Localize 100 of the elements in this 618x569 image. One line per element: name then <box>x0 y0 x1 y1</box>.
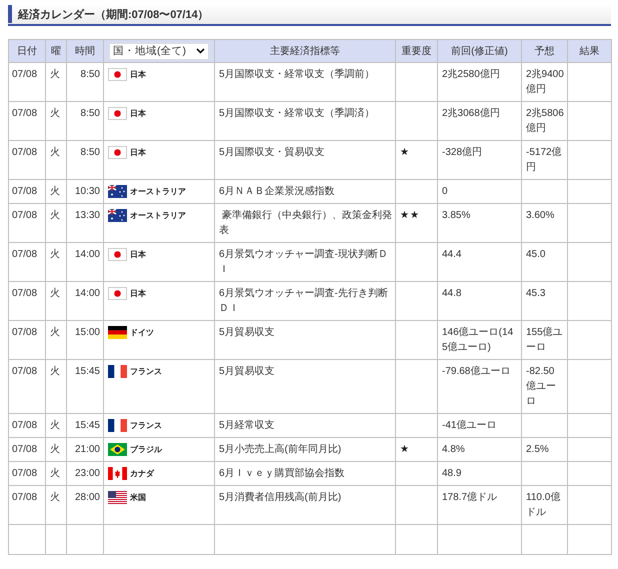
forecast-cell: 155億ユーロ <box>522 320 568 360</box>
indicator-cell: 5月国際収支・経常収支（季調前） <box>214 62 396 102</box>
japan-flag-icon <box>108 287 127 300</box>
indicator-cell: 6月Ｉｖｅｙ購買部協会指数 <box>214 462 396 486</box>
time-cell: 15:00 <box>66 320 104 360</box>
weekday-cell: 火 <box>46 360 66 414</box>
country-name: ドイツ <box>130 327 154 339</box>
weekday-cell: 火 <box>46 320 66 360</box>
forecast-cell: 2兆9400億円 <box>522 62 568 102</box>
country-name: 日本 <box>130 69 146 81</box>
indicator-cell: 6月景気ウオッチャー調査-先行き判断ＤＩ <box>214 282 396 320</box>
previous-cell: -79.68億ユーロ <box>438 360 522 414</box>
date-cell: 07/08 <box>8 486 46 524</box>
forecast-cell: 2.5% <box>522 438 568 462</box>
forecast-cell: 45.3 <box>522 282 568 320</box>
time-cell: 13:30 <box>66 204 104 242</box>
time-cell: 14:00 <box>66 282 104 320</box>
previous-cell: 4.8% <box>438 438 522 462</box>
japan-flag-icon <box>108 146 127 159</box>
indicator-cell: 5月小売売上高(前年同月比) <box>214 438 396 462</box>
column-header: 重要度 <box>396 40 438 62</box>
weekday-cell: 火 <box>46 204 66 242</box>
column-header: 前回(修正値) <box>438 40 522 62</box>
indicator-cell: 5月消費者信用残高(前月比) <box>214 486 396 524</box>
weekday-cell: 火 <box>46 180 66 204</box>
column-header: 予想 <box>522 40 568 62</box>
weekday-cell: 火 <box>46 62 66 102</box>
previous-cell: 44.8 <box>438 282 522 320</box>
time-cell: 10:30 <box>66 180 104 204</box>
time-cell: 8:50 <box>66 102 104 140</box>
previous-cell: 3.85% <box>438 204 522 242</box>
country-name: 日本 <box>130 249 146 261</box>
australia-flag-icon <box>108 185 127 198</box>
country-name: 日本 <box>130 108 146 120</box>
column-header: 結果 <box>568 40 612 62</box>
time-cell: 28:00 <box>66 486 104 524</box>
weekday-cell: 火 <box>46 140 66 180</box>
weekday-cell: 火 <box>46 438 66 462</box>
indicator-cell: 5月貿易収支 <box>214 360 396 414</box>
forecast-cell: -5172億円 <box>522 140 568 180</box>
weekday-cell: 火 <box>46 414 66 438</box>
chevron-down-icon <box>196 48 205 54</box>
page-title: 経済カレンダー（期間:07/08〜07/14） <box>18 8 209 22</box>
indicator-cell: 5月貿易収支 <box>214 320 396 360</box>
time-cell: 8:50 <box>66 140 104 180</box>
country-select[interactable]: 国・地域(全て) <box>109 42 209 60</box>
time-cell: 21:00 <box>66 438 104 462</box>
forecast-cell: -82.50億ユーロ <box>522 360 568 414</box>
date-cell: 07/08 <box>8 360 46 414</box>
country-name: オーストラリア <box>130 186 186 198</box>
canada-flag-icon <box>108 467 127 480</box>
column-header: 曜 <box>46 40 66 62</box>
indicator-cell: 6月景気ウオッチャー調査-現状判断ＤＩ <box>214 242 396 282</box>
date-cell: 07/08 <box>8 282 46 320</box>
previous-cell: 2兆3068億円 <box>438 102 522 140</box>
date-cell: 07/08 <box>8 140 46 180</box>
time-cell: 8:50 <box>66 62 104 102</box>
importance-rating: ★★ <box>400 210 420 221</box>
date-cell: 07/08 <box>8 242 46 282</box>
previous-cell: 44.4 <box>438 242 522 282</box>
indicator-cell: 5月国際収支・経常収支（季調済） <box>214 102 396 140</box>
country-name: オーストラリア <box>130 210 186 222</box>
date-cell: 07/08 <box>8 414 46 438</box>
country-name: ブラジル <box>130 444 162 456</box>
country-name: フランス <box>130 420 162 432</box>
time-cell: 14:00 <box>66 242 104 282</box>
weekday-cell: 火 <box>46 242 66 282</box>
weekday-cell: 火 <box>46 282 66 320</box>
previous-cell: 178.7億ドル <box>438 486 522 524</box>
japan-flag-icon <box>108 107 127 120</box>
time-cell: 15:45 <box>66 360 104 414</box>
japan-flag-icon <box>108 68 127 81</box>
date-cell: 07/08 <box>8 320 46 360</box>
country-name: カナダ <box>130 468 154 480</box>
indicator-cell: 豪準備銀行（中央銀行）、政策金利発表 <box>214 204 396 242</box>
japan-flag-icon <box>108 248 127 261</box>
time-cell: 23:00 <box>66 462 104 486</box>
previous-cell: 146億ユーロ(145億ユーロ) <box>438 320 522 360</box>
date-cell: 07/08 <box>8 204 46 242</box>
importance-rating: ★ <box>400 147 410 158</box>
indicator-cell: 5月経常収支 <box>214 414 396 438</box>
france-flag-icon <box>108 365 127 378</box>
date-cell: 07/08 <box>8 62 46 102</box>
date-cell: 07/08 <box>8 180 46 204</box>
france-flag-icon <box>108 419 127 432</box>
usa-flag-icon <box>108 491 127 504</box>
date-cell: 07/08 <box>8 438 46 462</box>
date-cell: 07/08 <box>8 102 46 140</box>
country-name: 米国 <box>130 492 146 504</box>
forecast-cell: 2兆5806億円 <box>522 102 568 140</box>
column-header: 日付 <box>8 40 46 62</box>
previous-cell: 48.9 <box>438 462 522 486</box>
column-header: 時間 <box>66 40 104 62</box>
germany-flag-icon <box>108 326 127 339</box>
country-name: フランス <box>130 366 162 378</box>
weekday-cell: 火 <box>46 462 66 486</box>
previous-cell: 0 <box>438 180 522 204</box>
importance-rating: ★ <box>400 444 410 455</box>
previous-cell: 2兆2580億円 <box>438 62 522 102</box>
previous-cell: -41億ユーロ <box>438 414 522 438</box>
